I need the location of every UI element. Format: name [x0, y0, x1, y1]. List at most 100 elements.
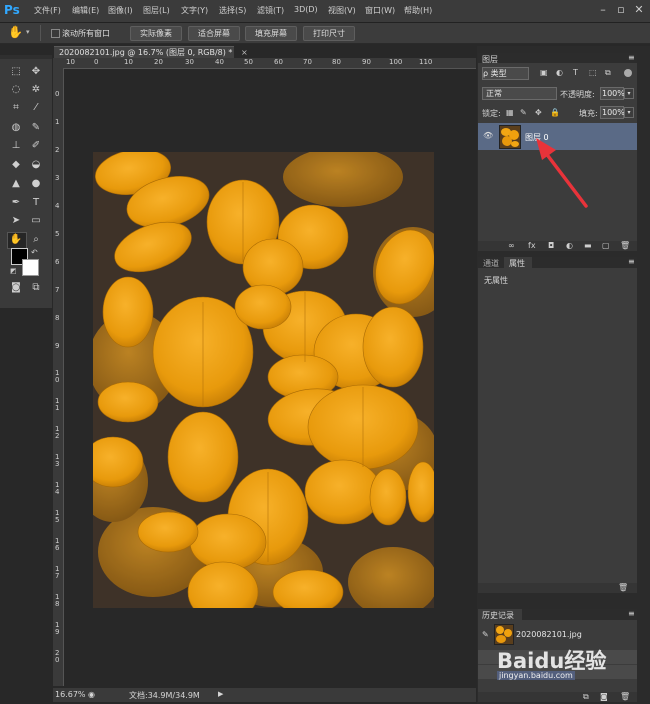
print-size-button[interactable]: 打印尺寸	[303, 26, 355, 41]
menu-edit[interactable]: 编辑(E)	[72, 5, 99, 16]
toolbar-grip[interactable]	[0, 55, 52, 59]
tools-panel: ⬚ ✥ ◌ ✲ ⌗ ⁄ ◍ ✎ ⊥ ✐ ◆ ◒ ▲ ● ✒ T ➤ ▭ ✋ ⌕ …	[0, 55, 52, 308]
screen-mode-icon[interactable]: ⧉	[29, 282, 43, 294]
lock-pixels-icon[interactable]: ✎	[520, 108, 527, 117]
leaf-image[interactable]	[93, 152, 434, 608]
magic-wand-tool-icon[interactable]: ✲	[29, 84, 43, 96]
scroll-all-label: 滚动所有窗口	[62, 29, 110, 38]
menu-image[interactable]: 图像(I)	[108, 5, 133, 16]
filter-shape-icon[interactable]: ⬚	[589, 68, 597, 77]
status-arrow-icon[interactable]: ▶	[218, 690, 223, 698]
close-window-icon[interactable]: ✕	[630, 2, 648, 18]
eraser-tool-icon[interactable]: ◆	[9, 159, 23, 171]
fit-screen-button[interactable]: 适合屏幕	[188, 26, 240, 41]
chevron-down-icon[interactable]: ▾	[26, 28, 30, 36]
panel-menu-icon[interactable]: ≡	[628, 257, 635, 266]
swap-colors-icon[interactable]: ↶	[31, 248, 38, 257]
filter-smart-object-icon[interactable]: ⧉	[605, 68, 611, 78]
filter-type-icon[interactable]: T	[573, 68, 578, 77]
fill-screen-button[interactable]: 填充屏幕	[245, 26, 297, 41]
new-group-icon[interactable]: ▬	[584, 241, 592, 250]
blend-mode-select[interactable]: 正常	[482, 87, 557, 100]
menu-3d[interactable]: 3D(D)	[294, 5, 318, 14]
crop-tool-icon[interactable]: ⌗	[9, 102, 23, 114]
history-brush-tool-icon[interactable]: ✐	[29, 140, 43, 152]
quick-mask-icon[interactable]: ◙	[9, 282, 23, 294]
close-tab-icon[interactable]: ×	[241, 48, 248, 57]
fx-icon[interactable]: fx	[528, 241, 536, 250]
background-color-swatch[interactable]	[22, 259, 39, 276]
history-brush-icon[interactable]: ✎	[482, 630, 489, 639]
lock-all-icon[interactable]: 🔒	[550, 108, 560, 117]
hand-tool-preset-icon[interactable]: ✋	[8, 25, 24, 40]
lasso-tool-icon[interactable]: ◌	[9, 84, 23, 96]
menu-filter[interactable]: 滤镜(T)	[257, 5, 284, 16]
marquee-tool-icon[interactable]: ⬚	[9, 66, 23, 78]
move-tool-icon[interactable]: ✥	[29, 66, 43, 78]
paint-bucket-tool-icon[interactable]: ◒	[29, 159, 43, 171]
ruler-tick: 3	[55, 174, 60, 182]
ruler-tick: 7	[55, 286, 60, 294]
status-menu-icon[interactable]: ◉	[88, 690, 95, 699]
channels-tab[interactable]: 通道	[483, 258, 499, 269]
actual-pixels-button[interactable]: 实际像素	[130, 26, 182, 41]
ruler-tick: 80	[332, 58, 341, 66]
panel-menu-icon[interactable]: ≡	[628, 609, 635, 618]
scroll-all-checkbox[interactable]	[51, 29, 60, 38]
panel-menu-icon[interactable]: ≡	[628, 53, 635, 62]
fill-input[interactable]: 100%	[600, 106, 625, 119]
default-colors-icon[interactable]: ◩	[10, 267, 17, 275]
layer-filter-select[interactable]: ρ 类型	[482, 67, 529, 80]
add-mask-icon[interactable]: ◘	[548, 241, 554, 250]
history-snapshot-thumbnail[interactable]	[494, 624, 514, 645]
rectangle-tool-icon[interactable]: ▭	[29, 215, 43, 227]
link-layers-icon[interactable]: ∞	[508, 241, 515, 250]
lock-position-icon[interactable]: ✥	[535, 108, 542, 117]
zoom-tool-icon[interactable]: ⌕	[29, 234, 43, 246]
menu-help[interactable]: 帮助(H)	[404, 5, 432, 16]
pen-tool-icon[interactable]: ✒	[9, 197, 23, 209]
menu-file[interactable]: 文件(F)	[34, 5, 61, 16]
ruler-tick: 110	[419, 58, 433, 66]
filter-toggle[interactable]	[624, 69, 632, 77]
new-layer-icon[interactable]: ▢	[602, 241, 610, 250]
dodge-tool-icon[interactable]: ●	[29, 178, 43, 190]
menu-layer[interactable]: 图层(L)	[143, 5, 170, 16]
healing-brush-tool-icon[interactable]: ◍	[9, 122, 23, 134]
blur-tool-icon[interactable]: ▲	[9, 178, 23, 190]
delete-layer-icon[interactable]: 🗑	[620, 241, 630, 250]
menu-window[interactable]: 窗口(W)	[365, 5, 395, 16]
opacity-input[interactable]: 100%	[600, 87, 625, 100]
menu-select[interactable]: 选择(S)	[219, 5, 246, 16]
fill-slider-toggle[interactable]: ▾	[624, 107, 634, 118]
adjustment-layer-icon[interactable]: ◐	[566, 241, 573, 250]
menu-view[interactable]: 视图(V)	[328, 5, 356, 16]
layers-tab[interactable]: 图层	[482, 54, 498, 65]
eye-icon[interactable]: 👁	[483, 131, 493, 140]
history-tab[interactable]: 历史记录	[482, 610, 514, 621]
brush-tool-icon[interactable]: ✎	[29, 122, 43, 134]
ruler-tick: 20	[154, 58, 163, 66]
layer-thumbnail[interactable]	[499, 125, 521, 149]
snapshot-camera-icon[interactable]: ◙	[600, 692, 608, 701]
path-selection-tool-icon[interactable]: ➤	[9, 215, 23, 227]
menu-type[interactable]: 文字(Y)	[181, 5, 208, 16]
filter-pixel-icon[interactable]: ▣	[540, 68, 548, 77]
restore-icon[interactable]: ▫	[612, 2, 630, 18]
minimize-icon[interactable]: –	[594, 2, 612, 18]
opacity-slider-toggle[interactable]: ▾	[624, 88, 634, 99]
delete-icon[interactable]: 🗑	[618, 583, 628, 592]
new-document-from-state-icon[interactable]: ⧉	[583, 692, 589, 702]
hand-tool-icon[interactable]: ✋	[9, 234, 23, 246]
properties-tab[interactable]: 属性	[509, 258, 525, 269]
type-tool-icon[interactable]: T	[29, 197, 43, 209]
ruler-tick: 90	[362, 58, 371, 66]
delete-icon[interactable]: 🗑	[620, 692, 630, 701]
ruler-tick: 1 5	[55, 509, 60, 524]
eyedropper-tool-icon[interactable]: ⁄	[29, 102, 43, 114]
filter-adjustment-icon[interactable]: ◐	[556, 68, 563, 77]
history-snapshot-label[interactable]: 2020082101.jpg	[516, 630, 582, 639]
zoom-level[interactable]: 16.67%	[55, 690, 86, 699]
lock-transparent-icon[interactable]: ▦	[506, 108, 514, 117]
clone-stamp-tool-icon[interactable]: ⊥	[9, 140, 23, 152]
